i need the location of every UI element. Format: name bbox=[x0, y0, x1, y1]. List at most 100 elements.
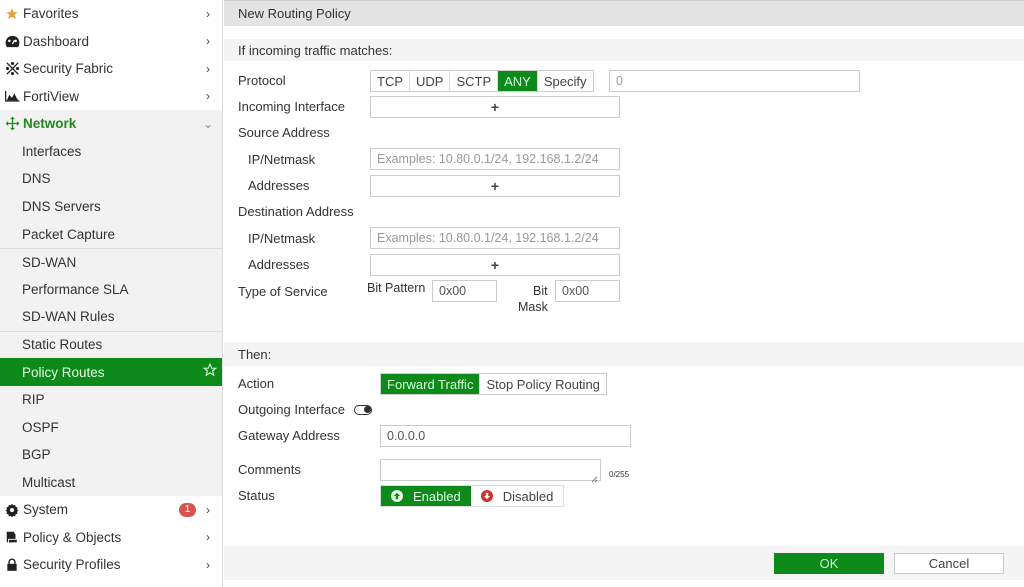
favorite-star-icon[interactable] bbox=[202, 363, 218, 377]
notification-badge: 1 bbox=[179, 502, 196, 517]
cancel-button[interactable]: Cancel bbox=[894, 553, 1004, 574]
sidebar-item-label: BGP bbox=[22, 447, 51, 463]
tos-label: Type of Service bbox=[238, 284, 328, 299]
comments-counter: 0/255 bbox=[609, 470, 630, 479]
protocol-option-sctp[interactable]: SCTP bbox=[450, 71, 499, 91]
action-option-forward-traffic[interactable]: Forward Traffic bbox=[381, 374, 481, 394]
security-fabric-icon bbox=[4, 61, 20, 77]
source-ip-netmask-input[interactable]: Examples: 10.80.0.1/24, 192.168.1.2/24 bbox=[370, 148, 620, 170]
plus-icon: + bbox=[490, 178, 500, 194]
sidebar-item-multicast[interactable]: Multicast bbox=[0, 469, 222, 497]
destination-addresses-label: Addresses bbox=[248, 257, 310, 272]
comments-textarea[interactable] bbox=[380, 459, 601, 483]
protocol-option-specify[interactable]: Specify bbox=[538, 71, 593, 91]
sidebar-item-label: SD-WAN Rules bbox=[22, 309, 115, 325]
status-selector: Enabled Disabled bbox=[380, 485, 565, 507]
sidebar-item-dns-servers[interactable]: DNS Servers bbox=[0, 193, 222, 221]
plus-icon: + bbox=[490, 99, 500, 115]
form-footer: OK Cancel bbox=[224, 546, 1024, 580]
sidebar-item-policy-routes[interactable]: Policy Routes bbox=[0, 358, 222, 386]
sidebar-item-dns[interactable]: DNS bbox=[0, 165, 222, 193]
chevron-right-icon: › bbox=[206, 6, 210, 21]
gateway-address-label: Gateway Address bbox=[238, 428, 340, 443]
destination-address-label: Destination Address bbox=[238, 204, 354, 219]
sidebar-item-label: Policy & Objects bbox=[23, 529, 122, 545]
sidebar-item-network[interactable]: Network ⌄ bbox=[0, 110, 222, 138]
sidebar-item-ospf[interactable]: OSPF bbox=[0, 413, 222, 441]
sidebar-item-label: Interfaces bbox=[22, 143, 82, 159]
action-option-stop-policy-routing[interactable]: Stop Policy Routing bbox=[480, 374, 605, 394]
sidebar: Favorites › Dashboard › Security Fabric … bbox=[0, 0, 223, 587]
gateway-address-input[interactable]: 0.0.0.0 bbox=[380, 425, 631, 447]
status-option-disabled[interactable]: Disabled bbox=[471, 486, 564, 506]
protocol-option-udp[interactable]: UDP bbox=[410, 71, 451, 91]
source-addresses-add[interactable]: + bbox=[370, 175, 620, 197]
sidebar-item-rip[interactable]: RIP bbox=[0, 386, 222, 414]
sidebar-item-label: Favorites bbox=[23, 6, 79, 22]
chevron-down-icon: ⌄ bbox=[202, 116, 214, 131]
main-panel: New Routing Policy If incoming traffic m… bbox=[224, 0, 1024, 587]
policy-icon bbox=[4, 529, 20, 545]
source-addresses-label: Addresses bbox=[248, 178, 310, 193]
sidebar-item-label: FortiView bbox=[23, 88, 80, 104]
action-label: Action bbox=[238, 376, 275, 391]
incoming-interface-add[interactable]: + bbox=[370, 96, 620, 118]
fortiview-chart-icon bbox=[4, 88, 20, 104]
sidebar-item-security-fabric[interactable]: Security Fabric › bbox=[0, 55, 222, 83]
source-ip-netmask-label: IP/Netmask bbox=[248, 152, 316, 167]
sidebar-item-label: Static Routes bbox=[22, 337, 103, 353]
sidebar-item-sd-wan[interactable]: SD-WAN bbox=[0, 247, 222, 276]
chevron-right-icon: › bbox=[206, 34, 210, 49]
sidebar-item-bgp[interactable]: BGP bbox=[0, 441, 222, 469]
sidebar-item-label: RIP bbox=[22, 392, 45, 408]
sidebar-item-performance-sla[interactable]: Performance SLA bbox=[0, 275, 222, 303]
protocol-label: Protocol bbox=[238, 73, 286, 88]
sidebar-item-label: Performance SLA bbox=[22, 281, 129, 297]
sidebar-item-label: DNS bbox=[22, 171, 51, 187]
protocol-option-tcp[interactable]: TCP bbox=[371, 71, 410, 91]
plus-icon: + bbox=[490, 257, 500, 273]
bit-pattern-input[interactable]: 0x00 bbox=[432, 280, 497, 302]
sidebar-item-policy-objects[interactable]: Policy & Objects › bbox=[0, 524, 222, 552]
chevron-right-icon: › bbox=[206, 502, 210, 517]
gear-icon bbox=[4, 502, 20, 518]
protocol-selector: TCP UDP SCTP ANY Specify bbox=[370, 70, 594, 92]
chevron-right-icon: › bbox=[206, 89, 210, 104]
destination-ip-netmask-label: IP/Netmask bbox=[248, 231, 316, 246]
outgoing-interface-toggle[interactable] bbox=[354, 405, 372, 415]
sidebar-item-label: SD-WAN bbox=[22, 254, 77, 270]
sidebar-item-security-profiles[interactable]: Security Profiles › bbox=[0, 551, 222, 579]
sidebar-item-label: Network bbox=[23, 116, 77, 132]
sidebar-item-packet-capture[interactable]: Packet Capture bbox=[0, 220, 222, 248]
protocol-option-any[interactable]: ANY bbox=[498, 71, 538, 91]
bit-mask-label: Bit bbox=[533, 284, 548, 298]
destination-addresses-add[interactable]: + bbox=[370, 254, 620, 276]
sidebar-item-label: Security Fabric bbox=[23, 61, 114, 77]
bit-mask-input[interactable]: 0x00 bbox=[555, 280, 620, 302]
sidebar-item-system[interactable]: System 1 › bbox=[0, 496, 222, 524]
status-enabled-label: Enabled bbox=[413, 488, 461, 504]
chevron-right-icon: › bbox=[206, 530, 210, 545]
lock-icon bbox=[4, 557, 20, 573]
sidebar-item-label: Policy Routes bbox=[22, 364, 105, 380]
sidebar-item-label: OSPF bbox=[22, 419, 59, 435]
status-option-enabled[interactable]: Enabled bbox=[381, 486, 471, 506]
protocol-number-input[interactable]: 0 bbox=[609, 70, 860, 92]
sidebar-item-static-routes[interactable]: Static Routes bbox=[0, 330, 222, 359]
chevron-right-icon: › bbox=[206, 61, 210, 76]
network-arrows-icon bbox=[4, 116, 20, 132]
sidebar-item-sd-wan-rules[interactable]: SD-WAN Rules bbox=[0, 303, 222, 331]
network-submenu: Interfaces DNS DNS Servers Packet Captur… bbox=[0, 137, 222, 497]
sidebar-item-fortiview[interactable]: FortiView › bbox=[0, 83, 222, 111]
destination-ip-netmask-input[interactable]: Examples: 10.80.0.1/24, 192.168.1.2/24 bbox=[370, 227, 620, 249]
page-title: New Routing Policy bbox=[224, 0, 1024, 26]
arrow-down-circle-icon bbox=[480, 490, 493, 502]
sidebar-item-label: Multicast bbox=[22, 474, 76, 490]
ok-button[interactable]: OK bbox=[774, 553, 884, 574]
bit-mask-label-line2: Mask bbox=[518, 300, 548, 314]
sidebar-item-interfaces[interactable]: Interfaces bbox=[0, 138, 222, 166]
sidebar-item-favorites[interactable]: Favorites › bbox=[0, 0, 222, 28]
outgoing-interface-label: Outgoing Interface bbox=[238, 402, 345, 417]
resize-handle-icon[interactable] bbox=[590, 471, 598, 483]
sidebar-item-dashboard[interactable]: Dashboard › bbox=[0, 28, 222, 56]
